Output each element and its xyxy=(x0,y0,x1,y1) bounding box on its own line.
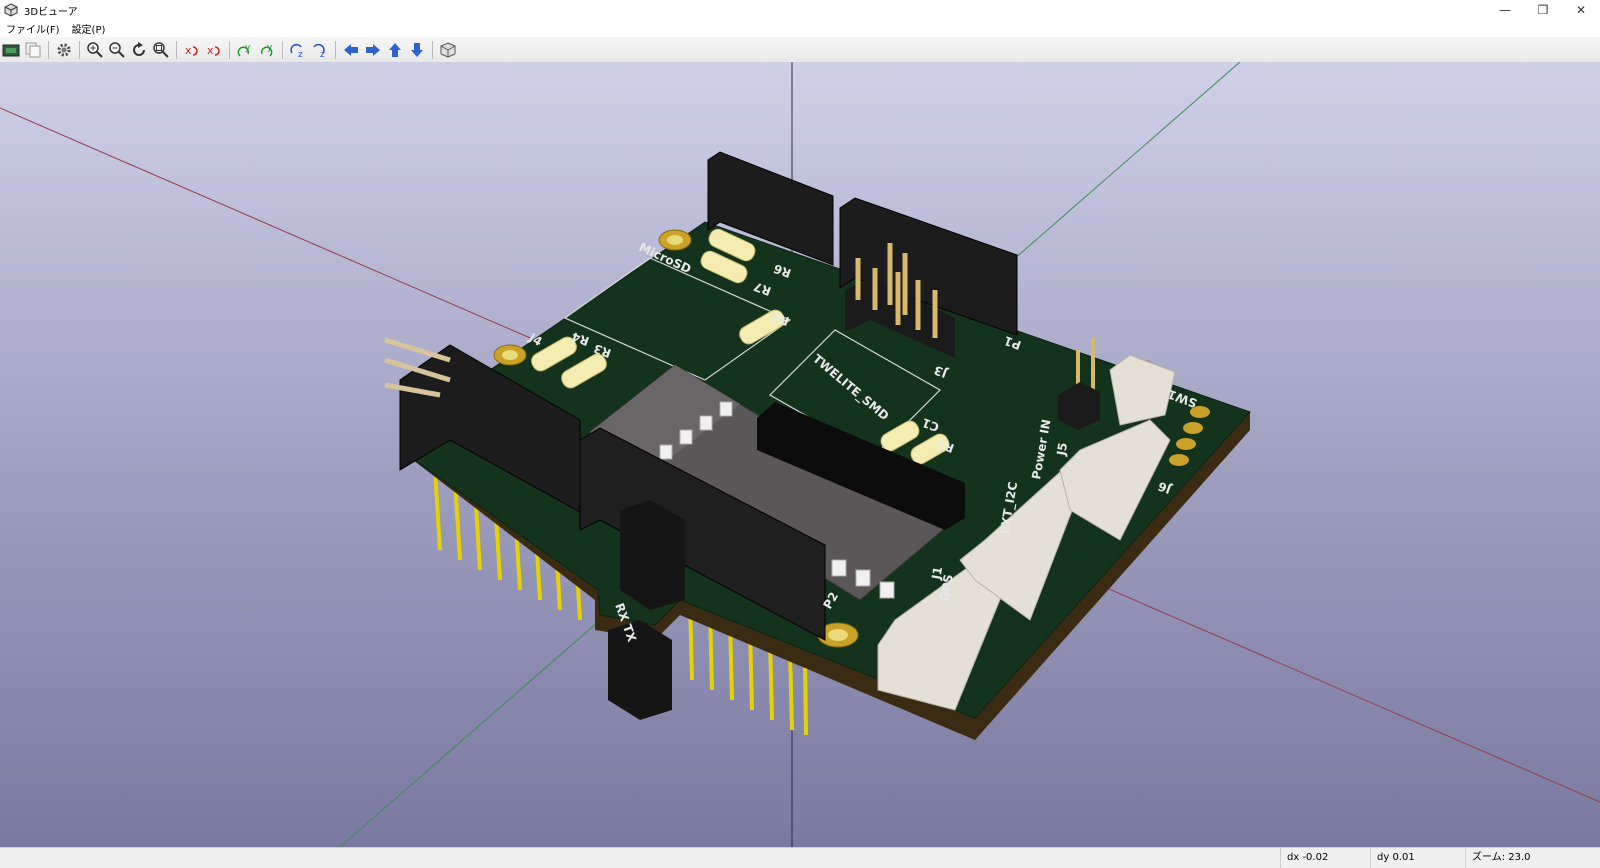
toolbar-separator xyxy=(176,40,177,59)
svg-text:x: x xyxy=(207,44,214,57)
status-dy: dy 0.01 xyxy=(1370,848,1467,868)
label-j5: J5 xyxy=(1054,441,1070,457)
minimize-button[interactable]: — xyxy=(1486,0,1524,20)
app-3d-icon xyxy=(4,3,18,17)
move-right-icon[interactable] xyxy=(363,40,383,60)
copy-image-icon[interactable] xyxy=(23,40,43,60)
close-button[interactable]: ✕ xyxy=(1562,0,1600,20)
toolbar-separator xyxy=(79,40,80,59)
menu-bar: ファイル(F) 設定(P) xyxy=(0,20,1600,37)
orthographic-toggle-icon[interactable] xyxy=(438,40,458,60)
menu-settings[interactable]: 設定(P) xyxy=(66,21,112,36)
settings-icon[interactable] xyxy=(54,40,74,60)
rotate-x-cw-icon[interactable]: x xyxy=(182,40,202,60)
toolbar-separator xyxy=(229,40,230,59)
status-bar: dx -0.02 dy 0.01 ズーム: 23.0 xyxy=(0,847,1600,868)
status-dx: dx -0.02 xyxy=(1280,848,1371,868)
rotate-x-ccw-icon[interactable]: x xyxy=(204,40,224,60)
move-left-icon[interactable] xyxy=(341,40,361,60)
toolbar-separator xyxy=(432,40,433,59)
window-title: 3Dビューア xyxy=(24,6,78,18)
rotate-y-cw-icon[interactable]: y xyxy=(235,40,255,60)
zoom-out-icon[interactable] xyxy=(107,40,127,60)
zoom-fit-icon[interactable] xyxy=(151,40,171,60)
svg-text:z: z xyxy=(298,50,303,59)
toolbar: x x y y z z xyxy=(0,37,1600,63)
toolbar-separator xyxy=(335,40,336,59)
move-down-icon[interactable] xyxy=(407,40,427,60)
title-bar: 3Dビューア — ❐ ✕ xyxy=(0,0,1600,20)
restore-button[interactable]: ❐ xyxy=(1524,0,1562,20)
render-raytracing-icon[interactable] xyxy=(1,40,21,60)
rotate-z-cw-icon[interactable]: z xyxy=(288,40,308,60)
toolbar-separator xyxy=(48,40,49,59)
sw1-switch xyxy=(1109,354,1176,426)
pcb-render: MicroSD TWELITE_SMD Power IN EXT_I2C GPS… xyxy=(0,62,1600,847)
move-up-icon[interactable] xyxy=(385,40,405,60)
window-controls: — ❐ ✕ xyxy=(1486,0,1600,20)
zoom-in-icon[interactable] xyxy=(85,40,105,60)
rotate-z-ccw-icon[interactable]: z xyxy=(310,40,330,60)
redraw-icon[interactable] xyxy=(129,40,149,60)
rxtx-jumper-bottom xyxy=(608,620,672,720)
svg-text:x: x xyxy=(185,44,192,57)
rxtx-jumper-top xyxy=(620,500,685,610)
label-j1: J1 xyxy=(929,565,945,581)
toolbar-separator xyxy=(282,40,283,59)
3d-viewport[interactable]: MicroSD TWELITE_SMD Power IN EXT_I2C GPS… xyxy=(0,62,1600,847)
status-zoom: ズーム: 23.0 xyxy=(1465,848,1592,868)
rotate-y-ccw-icon[interactable]: y xyxy=(257,40,277,60)
menu-file[interactable]: ファイル(F) xyxy=(0,21,66,36)
